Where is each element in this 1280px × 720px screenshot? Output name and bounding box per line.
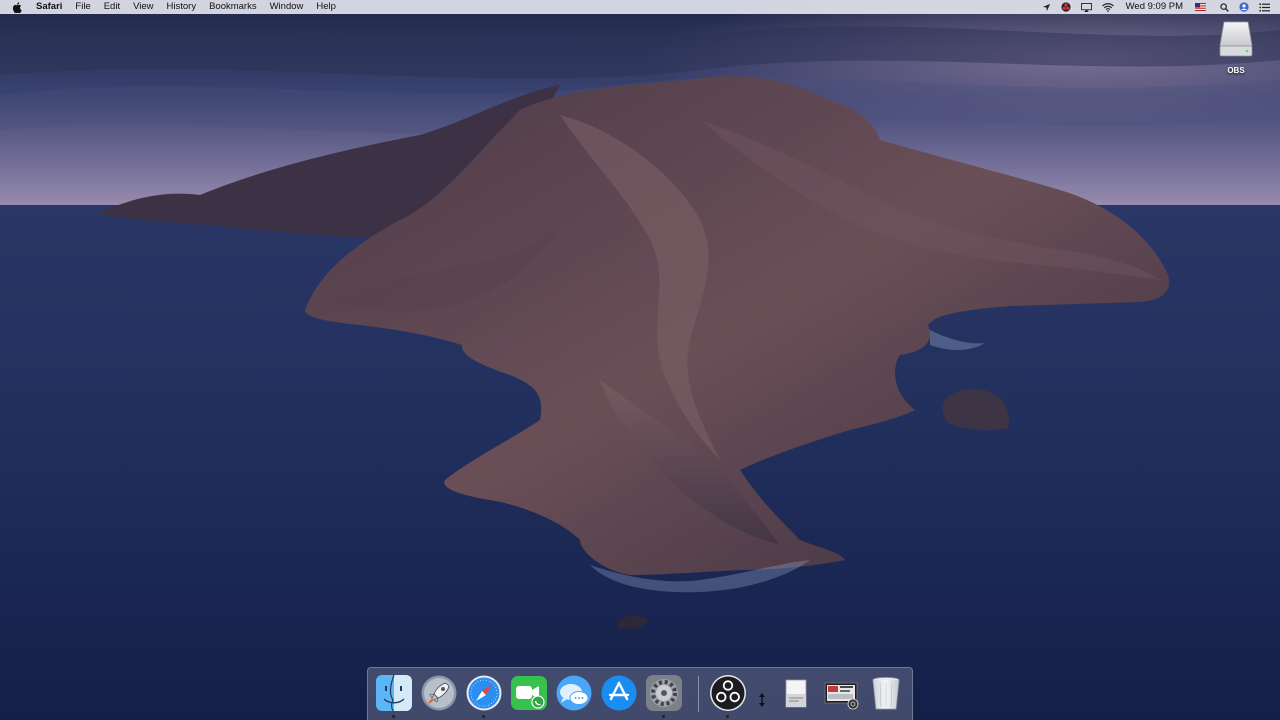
menu-file[interactable]: File xyxy=(75,0,90,14)
wallpaper xyxy=(0,0,1280,720)
finder-icon xyxy=(376,674,412,712)
menu-history[interactable]: History xyxy=(167,0,197,14)
dock-item-downloads[interactable] xyxy=(777,674,815,712)
dock-item-app-store[interactable] xyxy=(600,674,638,712)
menu-window[interactable]: Window xyxy=(270,0,304,14)
dock-separator xyxy=(698,676,699,712)
location-arrow-icon[interactable] xyxy=(1042,0,1051,14)
downloads-icon xyxy=(785,679,807,708)
dock-item-finder[interactable] xyxy=(375,674,413,718)
apple-menu-icon[interactable] xyxy=(12,1,22,13)
running-indicator xyxy=(482,715,485,718)
us-flag-icon[interactable] xyxy=(1195,0,1206,14)
dock-resize-handle[interactable] xyxy=(757,692,767,708)
dock-item-trash[interactable] xyxy=(867,674,905,712)
app-store-icon xyxy=(601,675,637,711)
trash-icon xyxy=(872,677,900,710)
dock-item-obs[interactable] xyxy=(709,674,747,718)
desktop-drive-label: OBS xyxy=(1227,66,1245,75)
dock-item-system-preferences[interactable] xyxy=(645,674,683,718)
safari-icon xyxy=(466,675,502,711)
search-icon[interactable] xyxy=(1220,0,1229,14)
dock-item-facetime[interactable] xyxy=(510,674,548,712)
menu-view[interactable]: View xyxy=(133,0,153,14)
desktop-drive-obs[interactable]: OBS xyxy=(1212,20,1260,75)
dock-item-messages[interactable] xyxy=(555,674,593,712)
user-icon[interactable] xyxy=(1239,0,1249,14)
running-indicator xyxy=(392,715,395,718)
wifi-icon[interactable] xyxy=(1101,0,1114,14)
menu-bar: Safari File Edit View History Bookmarks … xyxy=(0,0,1280,14)
external-drive-icon xyxy=(1219,21,1253,57)
menu-edit[interactable]: Edit xyxy=(104,0,120,14)
dock-item-launchpad[interactable] xyxy=(420,674,458,712)
launchpad-icon xyxy=(421,675,457,711)
dock-item-document-stack[interactable] xyxy=(822,674,860,712)
desktop-screen: Safari File Edit View History Bookmarks … xyxy=(0,0,1280,720)
dock xyxy=(367,667,913,720)
resize-arrows-icon xyxy=(759,693,765,707)
obs-status-icon[interactable] xyxy=(1061,0,1071,14)
notification-center-icon[interactable] xyxy=(1259,0,1270,14)
airplay-icon[interactable] xyxy=(1080,0,1092,14)
obs-icon xyxy=(710,675,746,711)
menu-clock[interactable]: Wed 9:09 PM xyxy=(1126,0,1183,14)
system-preferences-icon xyxy=(646,675,682,711)
facetime-icon xyxy=(511,676,547,710)
menu-bookmarks[interactable]: Bookmarks xyxy=(209,0,257,14)
document-stack-icon xyxy=(824,682,859,710)
app-menu-safari[interactable]: Safari xyxy=(36,0,62,14)
menu-help[interactable]: Help xyxy=(316,0,336,14)
running-indicator xyxy=(726,715,729,718)
messages-icon xyxy=(556,675,592,711)
running-indicator xyxy=(662,715,665,718)
dock-item-safari[interactable] xyxy=(465,674,503,718)
